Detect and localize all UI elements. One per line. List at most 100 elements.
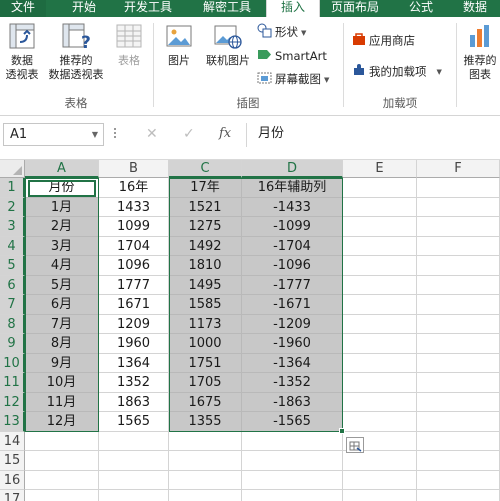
cell-a12[interactable]: 11月 — [25, 392, 99, 412]
cell-c16[interactable] — [169, 470, 242, 490]
fill-handle[interactable] — [339, 427, 345, 434]
cell-c11[interactable]: 1705 — [169, 373, 242, 393]
row-header-6[interactable]: 6 — [0, 275, 25, 295]
cell-e17[interactable] — [343, 490, 417, 501]
select-all-button[interactable] — [0, 160, 25, 178]
cell-f14[interactable] — [417, 431, 500, 451]
cell-f8[interactable] — [417, 314, 500, 334]
smartart-button[interactable]: SmartArt — [257, 47, 327, 66]
cell-f3[interactable] — [417, 217, 500, 237]
cell-e16[interactable] — [343, 470, 417, 490]
cell-d10[interactable]: -1364 — [242, 353, 343, 373]
my-addins-button[interactable]: 我的加载项 ▼ — [352, 63, 442, 81]
row-header-7[interactable]: 7 — [0, 295, 25, 315]
column-header-b[interactable]: B — [99, 160, 169, 178]
quick-analysis-icon[interactable] — [346, 436, 364, 453]
tab-page-layout[interactable]: 页面布局 — [331, 0, 379, 17]
cell-b15[interactable] — [99, 451, 169, 471]
tab-developer[interactable]: 开发工具 — [124, 0, 172, 17]
cell-e9[interactable] — [343, 334, 417, 354]
cell-c15[interactable] — [169, 451, 242, 471]
cell-c4[interactable]: 1492 — [169, 236, 242, 256]
cell-d4[interactable]: -1704 — [242, 236, 343, 256]
cell-f2[interactable] — [417, 197, 500, 217]
cell-c6[interactable]: 1495 — [169, 275, 242, 295]
cell-b4[interactable]: 1704 — [99, 236, 169, 256]
cell-e7[interactable] — [343, 295, 417, 315]
column-header-d[interactable]: D — [242, 160, 343, 178]
cell-a3[interactable]: 2月 — [25, 217, 99, 237]
cell-a10[interactable]: 9月 — [25, 353, 99, 373]
cell-d1[interactable]: 16年辅助列 — [242, 178, 343, 198]
row-header-11[interactable]: 11 — [0, 373, 25, 393]
cell-e2[interactable] — [343, 197, 417, 217]
cell-b12[interactable]: 1863 — [99, 392, 169, 412]
row-header-10[interactable]: 10 — [0, 353, 25, 373]
cell-d17[interactable] — [242, 490, 343, 501]
cell-d14[interactable] — [242, 431, 343, 451]
cell-e10[interactable] — [343, 353, 417, 373]
cell-e5[interactable] — [343, 256, 417, 276]
cell-e11[interactable] — [343, 373, 417, 393]
cell-c14[interactable] — [169, 431, 242, 451]
tab-formulas[interactable]: 公式 — [409, 0, 433, 17]
formula-bar-grip-icon[interactable] — [113, 127, 117, 141]
cell-c10[interactable]: 1751 — [169, 353, 242, 373]
column-header-a[interactable]: A — [25, 160, 99, 178]
table-button[interactable]: 表格 — [112, 21, 146, 68]
tab-file[interactable]: 文件 — [0, 0, 46, 17]
column-header-f[interactable]: F — [417, 160, 500, 178]
tab-insert[interactable]: 插入 — [266, 0, 320, 17]
cell-d7[interactable]: -1671 — [242, 295, 343, 315]
row-header-8[interactable]: 8 — [0, 314, 25, 334]
cell-f7[interactable] — [417, 295, 500, 315]
cell-b8[interactable]: 1209 — [99, 314, 169, 334]
cell-f1[interactable] — [417, 178, 500, 198]
column-header-e[interactable]: E — [343, 160, 417, 178]
cell-a17[interactable] — [25, 490, 99, 501]
row-header-5[interactable]: 5 — [0, 256, 25, 276]
cell-a6[interactable]: 5月 — [25, 275, 99, 295]
cell-c5[interactable]: 1810 — [169, 256, 242, 276]
row-header-12[interactable]: 12 — [0, 392, 25, 412]
cell-f6[interactable] — [417, 275, 500, 295]
row-header-14[interactable]: 14 — [0, 431, 25, 451]
cell-a4[interactable]: 3月 — [25, 236, 99, 256]
cell-c12[interactable]: 1675 — [169, 392, 242, 412]
cell-d11[interactable]: -1352 — [242, 373, 343, 393]
cell-b14[interactable] — [99, 431, 169, 451]
tab-decrypt-tools[interactable]: 解密工具 — [203, 0, 251, 17]
row-header-1[interactable]: 1 — [0, 178, 25, 198]
cell-f12[interactable] — [417, 392, 500, 412]
cell-b16[interactable] — [99, 470, 169, 490]
row-header-17[interactable]: 17 — [0, 490, 25, 501]
cell-e8[interactable] — [343, 314, 417, 334]
cell-d15[interactable] — [242, 451, 343, 471]
cell-b6[interactable]: 1777 — [99, 275, 169, 295]
tab-data[interactable]: 数据 — [463, 0, 487, 17]
cell-e12[interactable] — [343, 392, 417, 412]
cell-a16[interactable] — [25, 470, 99, 490]
cell-b13[interactable]: 1565 — [99, 412, 169, 432]
cell-c13[interactable]: 1355 — [169, 412, 242, 432]
column-header-c[interactable]: C — [169, 160, 242, 178]
cell-a11[interactable]: 10月 — [25, 373, 99, 393]
cell-e3[interactable] — [343, 217, 417, 237]
cell-e13[interactable] — [343, 412, 417, 432]
name-box[interactable]: A1 ▼ — [3, 123, 104, 146]
cell-b17[interactable] — [99, 490, 169, 501]
cell-f11[interactable] — [417, 373, 500, 393]
cell-e6[interactable] — [343, 275, 417, 295]
cell-a9[interactable]: 8月 — [25, 334, 99, 354]
cell-c7[interactable]: 1585 — [169, 295, 242, 315]
cell-a15[interactable] — [25, 451, 99, 471]
cell-c8[interactable]: 1173 — [169, 314, 242, 334]
cell-a5[interactable]: 4月 — [25, 256, 99, 276]
cell-b9[interactable]: 1960 — [99, 334, 169, 354]
cell-d9[interactable]: -1960 — [242, 334, 343, 354]
online-pictures-button[interactable]: 联机图片 — [200, 21, 256, 68]
worksheet-grid[interactable]: A B C D E F 1 月份 16年 17年 16年辅助列 2 1月 1433 1521 -1433 3 2月… — [0, 160, 500, 501]
cell-c2[interactable]: 1521 — [169, 197, 242, 217]
cell-c3[interactable]: 1275 — [169, 217, 242, 237]
recommended-charts-button[interactable]: 推荐的 图表 — [460, 21, 500, 82]
